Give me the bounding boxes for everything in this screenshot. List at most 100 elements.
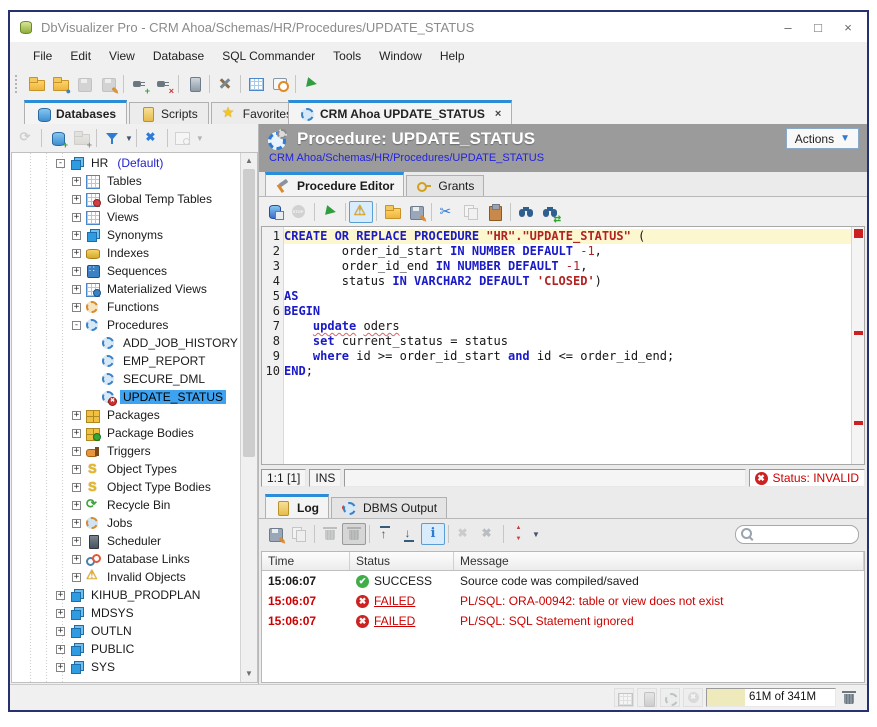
expand-icon[interactable]: + <box>72 231 81 240</box>
expand-icon[interactable]: + <box>56 591 65 600</box>
log-search[interactable] <box>735 525 859 544</box>
tree-item-public[interactable]: +PUBLIC <box>12 640 240 658</box>
open-file-button[interactable] <box>24 73 48 95</box>
expand-icon[interactable]: + <box>56 609 65 618</box>
code-line[interactable]: status IN VARCHAR2 DEFAULT 'CLOSED') <box>284 274 851 289</box>
code-line[interactable]: CREATE OR REPLACE PROCEDURE "HR"."UPDATE… <box>284 229 851 244</box>
menu-edit[interactable]: Edit <box>61 45 100 67</box>
connect-button[interactable]: + <box>127 73 151 95</box>
scroll-down-icon[interactable]: ▼ <box>241 666 257 682</box>
collapse-all-button[interactable] <box>140 127 164 149</box>
tree-item-recycle-bin[interactable]: +Recycle Bin <box>12 496 240 514</box>
paste-button[interactable] <box>483 201 507 223</box>
tree-item-global-temp-tables[interactable]: +Global Temp Tables <box>12 190 240 208</box>
tree-item-indexes[interactable]: +Indexes <box>12 244 240 262</box>
log-table-header[interactable]: TimeStatusMessage <box>262 552 864 571</box>
filter-caret-icon[interactable]: ▼ <box>125 134 133 143</box>
preview-button[interactable] <box>171 127 195 149</box>
tab-log[interactable]: Log <box>265 494 329 518</box>
expand-icon[interactable]: + <box>72 177 81 186</box>
tree-item-synonyms[interactable]: +Synonyms <box>12 226 240 244</box>
collapse-rows-button[interactable] <box>476 523 500 545</box>
clear-all-button[interactable] <box>342 523 366 545</box>
save-procedure-button[interactable] <box>263 201 287 223</box>
expand-icon[interactable]: + <box>56 663 65 672</box>
tree-item-package-bodies[interactable]: +Package Bodies <box>12 424 240 442</box>
expand-icon[interactable]: + <box>72 429 81 438</box>
collapse-icon[interactable]: - <box>72 321 81 330</box>
code-line[interactable]: where id >= order_id_start and id <= ord… <box>284 349 851 364</box>
save-as-button[interactable]: ✎ <box>96 73 120 95</box>
copy-log-button[interactable] <box>287 523 311 545</box>
tree-item-sys[interactable]: +SYS <box>12 658 240 676</box>
code-line[interactable]: BEGIN <box>284 304 851 319</box>
expand-icon[interactable]: + <box>72 519 81 528</box>
tree-item-views[interactable]: +Views <box>12 208 240 226</box>
menu-sql-commander[interactable]: SQL Commander <box>213 45 324 67</box>
find-button[interactable] <box>514 201 538 223</box>
log-search-input[interactable] <box>754 527 854 541</box>
code-line[interactable]: AS <box>284 289 851 304</box>
error-stripe[interactable] <box>851 227 864 464</box>
expand-icon[interactable]: + <box>72 195 81 204</box>
expand-icon[interactable]: + <box>72 573 81 582</box>
menu-file[interactable]: File <box>24 45 61 67</box>
code-area[interactable]: CREATE OR REPLACE PROCEDURE "HR"."UPDATE… <box>284 227 851 464</box>
tree-item-triggers[interactable]: +Triggers <box>12 442 240 460</box>
open-button[interactable] <box>380 201 404 223</box>
tree-item-invalid-objects[interactable]: +Invalid Objects <box>12 568 240 586</box>
menu-tools[interactable]: Tools <box>324 45 370 67</box>
tree-item-tables[interactable]: +Tables <box>12 172 240 190</box>
column-header-status[interactable]: Status <box>350 552 454 570</box>
tab-databases[interactable]: Databases <box>24 100 127 124</box>
preview-caret-icon[interactable]: ▼ <box>196 134 204 143</box>
tree-item-outln[interactable]: +OUTLN <box>12 622 240 640</box>
tree-item-mdsys[interactable]: +MDSYS <box>12 604 240 622</box>
menu-window[interactable]: Window <box>370 45 431 67</box>
maximize-button[interactable]: □ <box>803 15 833 39</box>
tree-item-database-links[interactable]: +Database Links <box>12 550 240 568</box>
tree-item-secure-dml[interactable]: SECURE_DML <box>12 370 240 388</box>
column-header-message[interactable]: Message <box>454 552 864 570</box>
expand-icon[interactable]: + <box>72 537 81 546</box>
add-folder-button[interactable]: + <box>69 127 93 149</box>
column-header-time[interactable]: Time <box>262 552 350 570</box>
scroll-to-bottom-button[interactable] <box>397 523 421 545</box>
expand-icon[interactable]: + <box>72 213 81 222</box>
error-marker[interactable] <box>854 229 863 238</box>
error-marker[interactable] <box>854 331 863 335</box>
scroll-up-icon[interactable]: ▲ <box>241 153 257 169</box>
log-row[interactable]: 15:06:07✖FAILEDPL/SQL: SQL Statement ign… <box>262 611 864 631</box>
save-button[interactable] <box>72 73 96 95</box>
grid-window-button[interactable] <box>244 73 268 95</box>
grid-indicator[interactable] <box>614 688 634 707</box>
minimize-button[interactable]: – <box>773 15 803 39</box>
tree-item-object-types[interactable]: +Object Types <box>12 460 240 478</box>
connection-wizard-button[interactable]: ● <box>48 73 72 95</box>
code-line[interactable]: order_id_end IN NUMBER DEFAULT -1, <box>284 259 851 274</box>
code-line[interactable]: set current_status = status <box>284 334 851 349</box>
copy-button[interactable] <box>459 201 483 223</box>
log-row[interactable]: 15:06:07✔SUCCESSSource code was compiled… <box>262 571 864 591</box>
memory-indicator[interactable]: 61M of 341M <box>706 688 836 707</box>
code-line[interactable]: END; <box>284 364 851 379</box>
expand-icon[interactable]: + <box>56 645 65 654</box>
cut-button[interactable] <box>435 201 459 223</box>
menu-database[interactable]: Database <box>144 45 213 67</box>
tab-grants[interactable]: Grants <box>406 175 484 196</box>
error-marker[interactable] <box>854 421 863 425</box>
expand-icon[interactable]: + <box>72 555 81 564</box>
expand-icon[interactable]: + <box>72 465 81 474</box>
code-line[interactable]: order_id_start IN NUMBER DEFAULT -1, <box>284 244 851 259</box>
menu-help[interactable]: Help <box>431 45 474 67</box>
tree-item-add-job-history[interactable]: ADD_JOB_HISTORY <box>12 334 240 352</box>
tab-dbms-output[interactable]: ●DBMS Output <box>331 497 447 518</box>
find-replace-button[interactable]: ⇄ <box>538 201 562 223</box>
tree-item-procedures[interactable]: -Procedures <box>12 316 240 334</box>
sql-editor[interactable]: 12345678910 CREATE OR REPLACE PROCEDURE … <box>261 226 865 465</box>
expand-icon[interactable]: + <box>72 501 81 510</box>
connections-indicator[interactable] <box>637 688 657 707</box>
tree-item-materialized-views[interactable]: +Materialized Views <box>12 280 240 298</box>
scroll-to-top-button[interactable] <box>373 523 397 545</box>
tree-item-emp-report[interactable]: EMP_REPORT <box>12 352 240 370</box>
